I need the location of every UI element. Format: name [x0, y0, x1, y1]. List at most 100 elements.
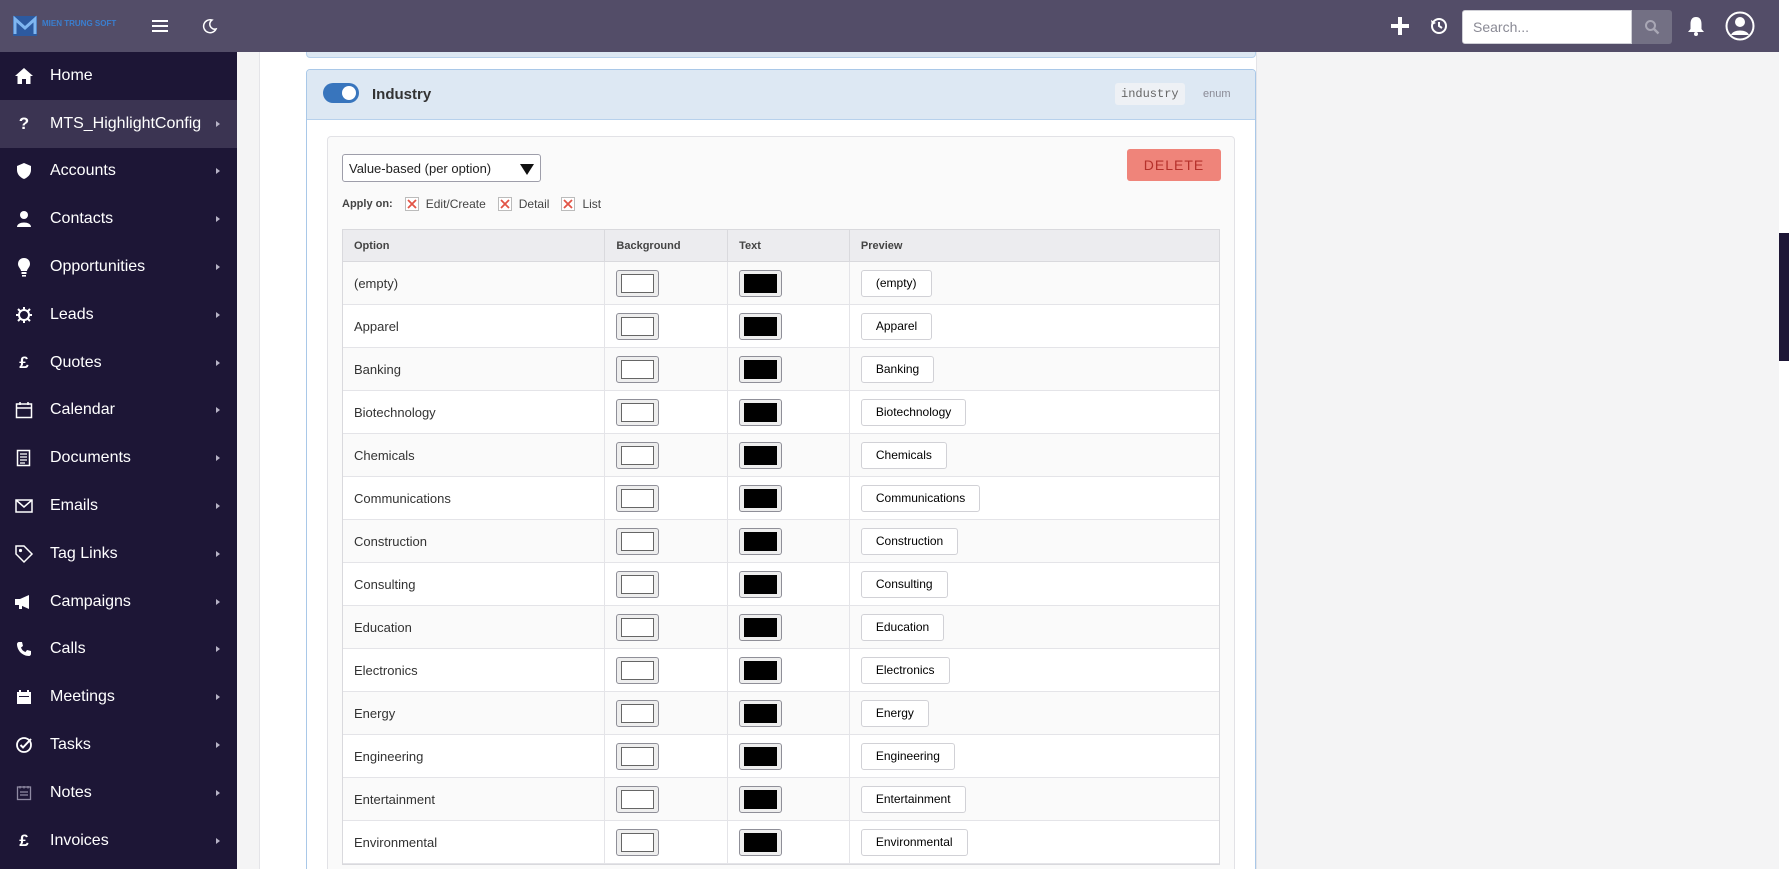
apply-on-checkbox-detail[interactable]: Detail: [497, 197, 549, 211]
text-color-picker[interactable]: [739, 398, 783, 426]
apply-on-option-label: List: [582, 197, 602, 211]
sidebar-item-mts-highlightconfig[interactable]: ? MTS_HighlightConfig: [0, 99, 237, 148]
plus-icon[interactable]: [1388, 14, 1412, 38]
caret-right-icon[interactable]: [216, 503, 220, 510]
background-color-picker[interactable]: [616, 269, 660, 297]
text-color-picker[interactable]: [739, 484, 783, 512]
text-color-picker[interactable]: [739, 742, 783, 770]
background-cell: [605, 520, 729, 562]
background-color-picker[interactable]: [616, 570, 660, 598]
text-swatch: [744, 402, 778, 422]
sidebar-item-tag-links[interactable]: Tag Links: [0, 530, 237, 578]
option-cell: Biotechnology: [343, 391, 606, 433]
search-button[interactable]: [1632, 10, 1672, 44]
sidebar-item-accounts[interactable]: Accounts: [0, 148, 237, 196]
caret-right-icon[interactable]: [216, 742, 220, 749]
caret-right-icon[interactable]: [216, 694, 220, 701]
logo-mark-icon: [13, 15, 37, 36]
background-color-picker[interactable]: [616, 785, 660, 813]
sidebar-item-meetings[interactable]: Meetings: [0, 673, 237, 721]
gear-icon: [13, 304, 35, 326]
text-color-picker[interactable]: [739, 613, 783, 641]
option-cell: Communications: [343, 477, 606, 519]
sidebar-item-contacts[interactable]: Contacts: [0, 195, 237, 243]
caret-right-icon[interactable]: [216, 168, 220, 175]
text-color-picker[interactable]: [739, 699, 783, 727]
text-color-picker[interactable]: [739, 312, 783, 340]
text-color-picker[interactable]: [739, 656, 783, 684]
background-swatch: [621, 273, 655, 293]
caret-right-icon[interactable]: [216, 455, 220, 462]
hamburger-menu-icon[interactable]: [148, 14, 172, 38]
text-color-picker[interactable]: [739, 785, 783, 813]
scrollbar-track[interactable]: [1779, 0, 1789, 869]
sidebar-item-label: Documents: [50, 449, 131, 467]
apply-on-option-label: Edit/Create: [425, 197, 486, 211]
sidebar-item-home[interactable]: Home: [0, 52, 237, 100]
mode-select[interactable]: Value-based (per option): [342, 154, 541, 182]
background-color-picker[interactable]: [616, 441, 660, 469]
sidebar-item-notes[interactable]: Notes: [0, 769, 237, 817]
sidebar-item-quotes[interactable]: £ Quotes: [0, 339, 237, 387]
caret-right-icon[interactable]: [216, 359, 220, 366]
history-icon[interactable]: [1427, 14, 1451, 38]
background-color-picker[interactable]: [616, 828, 660, 856]
caret-right-icon[interactable]: [216, 311, 220, 318]
background-color-picker[interactable]: [616, 398, 660, 426]
calendar-icon: [13, 399, 35, 421]
sidebar-item-emails[interactable]: Emails: [0, 482, 237, 530]
sidebar-item-documents[interactable]: Documents: [0, 434, 237, 482]
scrollbar-thumb[interactable]: [1779, 233, 1789, 361]
enable-toggle[interactable]: [323, 83, 359, 103]
preview-badge: Chemicals: [860, 441, 947, 469]
caret-right-icon[interactable]: [216, 837, 220, 844]
field-type-label: enum: [1203, 88, 1231, 100]
caret-right-icon[interactable]: [216, 598, 220, 605]
user-avatar-icon[interactable]: [1724, 10, 1756, 42]
text-color-picker[interactable]: [739, 570, 783, 598]
background-color-picker[interactable]: [616, 742, 660, 770]
text-cell: [728, 563, 850, 605]
background-color-picker[interactable]: [616, 699, 660, 727]
background-color-picker[interactable]: [616, 527, 660, 555]
background-color-picker[interactable]: [616, 312, 660, 340]
background-color-picker[interactable]: [616, 484, 660, 512]
apply-on-checkbox-edit-create[interactable]: Edit/Create: [404, 197, 486, 211]
text-color-picker[interactable]: [739, 355, 783, 383]
table-body: (empty) (empty) Apparel Apparel Banking Banki…: [343, 262, 1219, 864]
rule-card: Value-based (per option) DELETE Apply on…: [327, 136, 1235, 869]
sidebar-item-opportunities[interactable]: Opportunities: [0, 243, 237, 291]
background-color-picker[interactable]: [616, 355, 660, 383]
background-color-picker[interactable]: [616, 656, 660, 684]
search-input[interactable]: [1462, 10, 1632, 44]
caret-right-icon[interactable]: [216, 264, 220, 271]
sidebar-item-calls[interactable]: Calls: [0, 626, 237, 674]
moon-icon[interactable]: [198, 14, 222, 38]
caret-right-icon[interactable]: [216, 646, 220, 653]
text-color-picker[interactable]: [739, 828, 783, 856]
field-panel: Industry industry enum Value-based (per …: [306, 69, 1256, 869]
background-color-picker[interactable]: [616, 613, 660, 641]
apply-on-checkbox-list[interactable]: List: [561, 197, 601, 211]
caret-right-icon[interactable]: [216, 120, 220, 127]
delete-button[interactable]: DELETE: [1127, 149, 1221, 181]
sidebar-item-leads[interactable]: Leads: [0, 291, 237, 339]
text-swatch: [744, 746, 778, 766]
preview-badge: Banking: [860, 355, 935, 383]
text-color-picker[interactable]: [739, 441, 783, 469]
text-color-picker[interactable]: [739, 269, 783, 297]
dropdown-arrow-icon: [520, 164, 534, 175]
sidebar-item-invoices[interactable]: £ Invoices: [0, 817, 237, 865]
logo[interactable]: MIEN TRUNG SOFT: [12, 14, 132, 38]
sidebar-item-calendar[interactable]: Calendar: [0, 387, 237, 435]
text-color-picker[interactable]: [739, 527, 783, 555]
sidebar-item-campaigns[interactable]: Campaigns: [0, 578, 237, 626]
preview-badge: Electronics: [860, 656, 950, 684]
caret-right-icon[interactable]: [216, 216, 220, 223]
caret-right-icon[interactable]: [216, 407, 220, 414]
caret-right-icon[interactable]: [216, 550, 220, 557]
sidebar-item-tasks[interactable]: Tasks: [0, 721, 237, 769]
text-cell: [728, 692, 850, 734]
caret-right-icon[interactable]: [216, 789, 220, 796]
bell-icon[interactable]: [1684, 14, 1708, 38]
